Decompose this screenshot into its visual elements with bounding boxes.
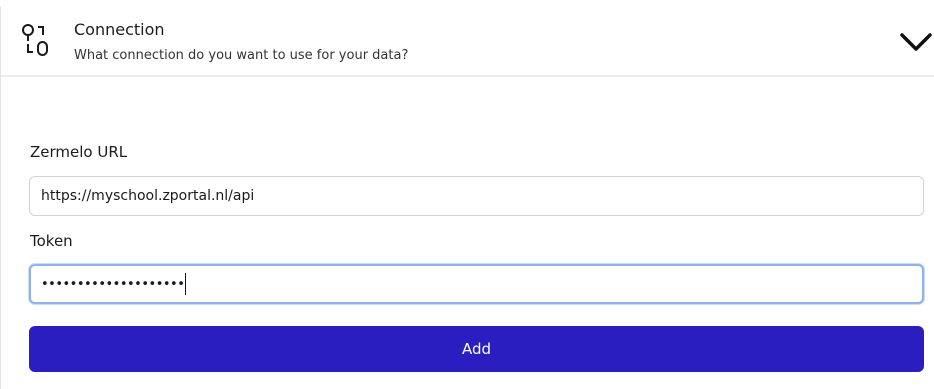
connection-panel: Connection What connection do you want t…	[0, 6, 934, 389]
zermelo-url-input[interactable]: https://myschool.zportal.nl/api	[29, 176, 924, 216]
zermelo-url-label: Zermelo URL	[30, 143, 128, 161]
chevron-down-icon[interactable]	[899, 31, 933, 53]
add-button[interactable]: Add	[29, 326, 924, 372]
token-input[interactable]: ••••••••••••••••••••	[29, 264, 924, 304]
zermelo-url-value: https://myschool.zportal.nl/api	[41, 188, 255, 204]
section-subtitle: What connection do you want to use for y…	[74, 48, 409, 63]
text-caret	[185, 273, 187, 295]
token-masked-value: ••••••••••••••••••••	[41, 277, 185, 292]
connection-header[interactable]: Connection What connection do you want t…	[1, 6, 934, 77]
section-title: Connection	[74, 20, 165, 39]
token-label: Token	[30, 232, 73, 250]
connection-icon	[20, 21, 52, 61]
